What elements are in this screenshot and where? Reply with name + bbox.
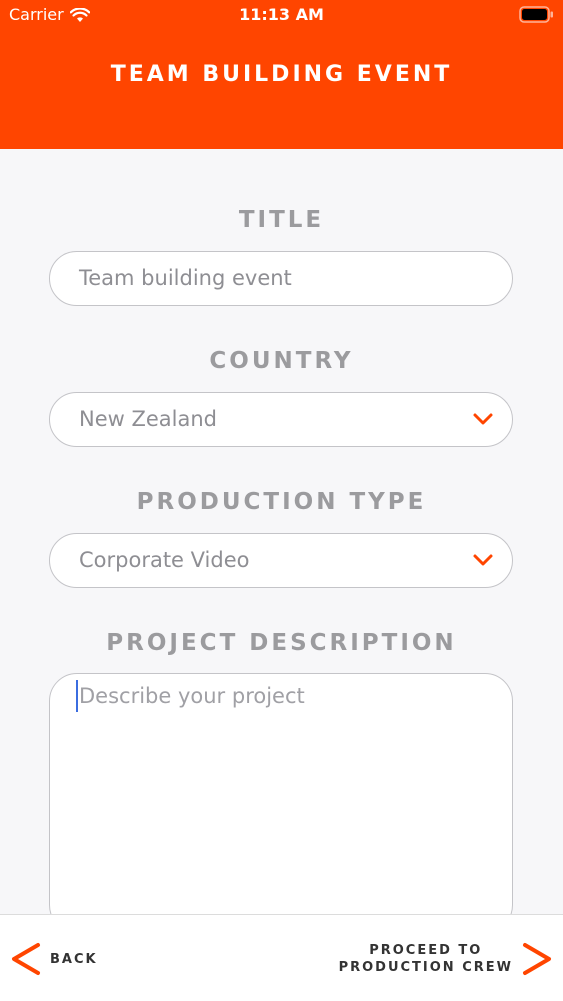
country-select-value: New Zealand — [79, 407, 217, 431]
proceed-button-label: PROCEED TO PRODUCTION CREW — [339, 942, 513, 976]
proceed-label-line1: PROCEED TO — [369, 943, 483, 958]
app-header: Carrier 11:13 AM TEAM BUILDING EVENT — [0, 0, 563, 149]
project-description-label: PROJECT DESCRIPTION — [106, 630, 457, 656]
proceed-to-production-crew-button[interactable]: PROCEED TO PRODUCTION CREW — [339, 937, 553, 981]
chevron-down-icon — [473, 413, 493, 425]
project-description-textarea[interactable]: Describe your project — [49, 673, 513, 914]
title-input[interactable]: Team building event — [49, 251, 513, 306]
chevron-left-icon — [12, 943, 40, 975]
footer-nav: BACK PROCEED TO PRODUCTION CREW — [0, 914, 563, 1001]
country-select[interactable]: New Zealand — [49, 392, 513, 447]
title-label: TITLE — [238, 207, 325, 233]
page-title: TEAM BUILDING EVENT — [110, 62, 453, 87]
project-description-placeholder: Describe your project — [79, 684, 305, 708]
text-caret — [76, 680, 78, 712]
chevron-right-icon — [523, 943, 551, 975]
status-time: 11:13 AM — [239, 5, 324, 24]
chevron-down-icon — [473, 554, 493, 566]
battery-icon — [519, 6, 553, 23]
country-label: COUNTRY — [209, 348, 354, 374]
proceed-label-line2: PRODUCTION CREW — [338, 960, 513, 975]
title-input-value: Team building event — [79, 266, 292, 290]
production-type-select[interactable]: Corporate Video — [49, 533, 513, 588]
back-button-label: BACK — [50, 951, 98, 967]
production-type-label: PRODUCTION TYPE — [136, 489, 427, 515]
production-type-select-value: Corporate Video — [79, 548, 250, 572]
event-form: TITLE Team building event COUNTRY New Ze… — [0, 149, 563, 914]
back-button[interactable]: BACK — [10, 939, 98, 979]
status-bar: Carrier 11:13 AM — [0, 0, 563, 30]
